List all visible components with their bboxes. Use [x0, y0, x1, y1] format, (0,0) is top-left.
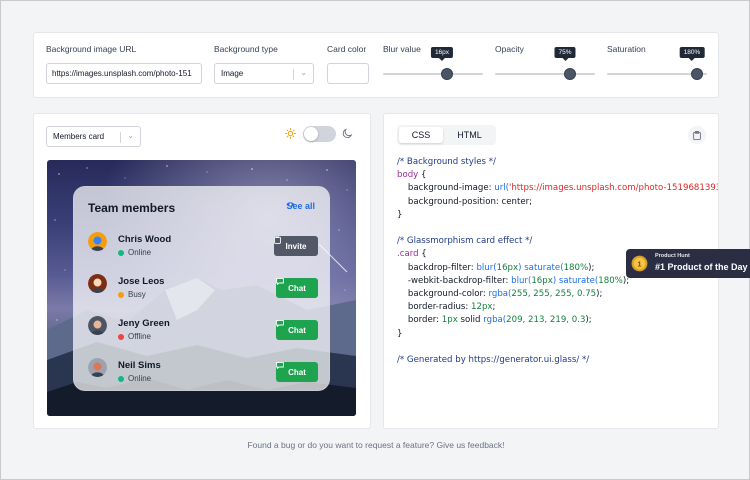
clipboard-icon: [693, 130, 701, 140]
card-color-picker[interactable]: [327, 63, 369, 84]
clipboard-icon: [274, 236, 281, 244]
saturation-label: Saturation: [607, 44, 646, 54]
member-row: Chris Wood Online Invite: [88, 232, 318, 262]
controls-panel: Background image URL https://images.unsp…: [33, 32, 719, 98]
status-label: Online: [128, 374, 152, 383]
bg-type-label: Background type: [214, 44, 278, 54]
invite-label: Invite: [285, 241, 307, 251]
status-label: Offline: [128, 332, 151, 341]
tab-html[interactable]: HTML: [445, 127, 494, 143]
chevron-down-icon: ⌄: [127, 131, 134, 140]
avatar: [88, 358, 107, 377]
chat-button[interactable]: Chat: [276, 320, 318, 340]
svg-text:1: 1: [637, 259, 641, 268]
invite-button[interactable]: Invite: [274, 236, 318, 256]
member-row: Jeny Green Offline Chat: [88, 316, 318, 346]
member-name: Jeny Green: [118, 318, 170, 329]
opacity-label: Opacity: [495, 44, 524, 54]
member-name: Neil Sims: [118, 360, 161, 371]
sun-icon: [285, 128, 296, 139]
status-dot: [118, 249, 124, 256]
eye-icon: [286, 202, 296, 207]
badge-title: #1 Product of the Day: [655, 262, 748, 272]
copy-code-button[interactable]: [688, 126, 706, 144]
card-color-label: Card color: [327, 44, 367, 54]
chat-icon: [276, 278, 284, 285]
status-label: Busy: [128, 290, 146, 299]
member-status: Offline: [118, 332, 151, 341]
card-title: Team members: [88, 201, 176, 215]
member-name: Chris Wood: [118, 234, 172, 245]
bg-url-input[interactable]: https://images.unsplash.com/photo-151: [46, 63, 202, 84]
chat-label: Chat: [288, 283, 306, 293]
avatar: [88, 316, 107, 335]
feedback-footer[interactable]: Found a bug or do you want to request a …: [1, 440, 750, 450]
avatar: [88, 274, 107, 293]
theme-switch-knob: [304, 127, 318, 141]
chat-label: Chat: [288, 367, 306, 377]
moon-icon: [342, 128, 353, 139]
theme-toggle[interactable]: [282, 125, 353, 143]
bg-type-select[interactable]: Image ⌄: [214, 63, 314, 84]
badge-subtitle: Product Hunt: [655, 253, 690, 259]
member-name: Jose Leos: [118, 276, 165, 287]
status-dot: [118, 375, 124, 382]
card-type-value: Members card: [53, 132, 105, 141]
member-status: Online: [118, 248, 151, 257]
saturation-slider[interactable]: 180%: [607, 47, 707, 80]
status-label: Online: [128, 248, 152, 257]
card-type-select[interactable]: Members card ⌄: [46, 126, 141, 147]
preview-background-image: Team members See all Chris Wood Online I…: [47, 160, 356, 416]
member-status: Online: [118, 374, 151, 383]
blur-value-tooltip: 16px: [430, 47, 454, 61]
member-row: Jose Leos Busy Chat: [88, 274, 318, 304]
see-all-link[interactable]: See all: [286, 201, 315, 211]
tab-css[interactable]: CSS: [399, 127, 443, 143]
bg-url-label: Background image URL: [46, 44, 137, 54]
member-status: Busy: [118, 290, 146, 299]
members-card: Team members See all Chris Wood Online I…: [73, 186, 330, 391]
opacity-value-tooltip: 75%: [554, 47, 576, 61]
blur-slider-thumb[interactable]: 16px: [430, 47, 454, 80]
chat-icon: [276, 320, 284, 327]
saturation-value-tooltip: 180%: [679, 47, 705, 61]
bg-type-value: Image: [221, 69, 244, 78]
chat-button[interactable]: Chat: [276, 362, 318, 382]
chat-label: Chat: [288, 325, 306, 335]
theme-switch[interactable]: [303, 126, 336, 142]
chevron-down-icon: ⌄: [300, 68, 307, 77]
select-divider: [120, 132, 121, 143]
avatar: [88, 232, 107, 251]
saturation-slider-thumb[interactable]: 180%: [679, 47, 705, 80]
member-row: Neil Sims Online Chat: [88, 358, 318, 388]
product-hunt-badge[interactable]: 1 Product Hunt #1 Product of the Day: [626, 249, 750, 278]
opacity-slider-thumb[interactable]: 75%: [554, 47, 576, 80]
blur-slider[interactable]: 16px: [383, 47, 483, 80]
preview-panel: Members card ⌄ Team members See all Chri…: [33, 113, 371, 429]
status-dot: [118, 291, 124, 298]
chat-button[interactable]: Chat: [276, 278, 318, 298]
select-divider: [293, 69, 294, 80]
chat-icon: [276, 362, 284, 369]
medal-icon: 1: [631, 255, 648, 272]
opacity-slider[interactable]: 75%: [495, 47, 595, 80]
code-tabs: CSS HTML: [397, 125, 496, 145]
blur-label: Blur value: [383, 44, 421, 54]
status-dot: [118, 333, 124, 340]
